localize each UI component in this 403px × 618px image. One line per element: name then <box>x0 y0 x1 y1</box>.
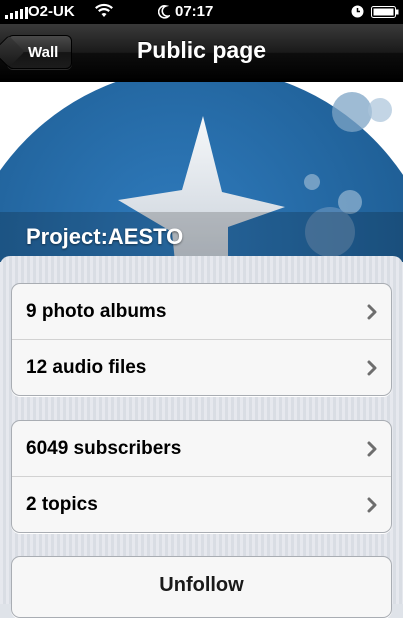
row-label: 12 audio files <box>26 356 147 378</box>
time-group: 07:17 <box>158 3 213 20</box>
chevron-right-icon <box>367 360 377 376</box>
page-name: Project:AESTO <box>26 224 184 249</box>
status-time: 07:17 <box>175 3 214 20</box>
audio-files-row[interactable]: 12 audio files <box>12 339 391 395</box>
page-title: Public page <box>136 37 267 63</box>
status-bar: O2-UK 07:17 <box>0 0 403 24</box>
moon-icon <box>158 4 170 19</box>
carrier-name: O2-UK <box>28 3 75 20</box>
chevron-right-icon <box>367 497 377 513</box>
row-label: 6049 subscribers <box>26 437 182 459</box>
subscribers-row[interactable]: 6049 subscribers <box>12 421 391 476</box>
unfollow-button[interactable]: Unfollow <box>11 556 392 618</box>
battery-icon <box>371 6 399 18</box>
row-label: 9 photo albums <box>26 300 167 322</box>
photo-albums-row[interactable]: 9 photo albums <box>12 284 391 339</box>
clock-icon <box>351 5 364 18</box>
back-button-label: Wall <box>28 43 59 61</box>
unfollow-label: Unfollow <box>159 574 244 596</box>
chevron-right-icon <box>367 304 377 320</box>
chevron-right-icon <box>367 441 377 457</box>
wifi-icon <box>95 3 113 17</box>
signal-icon <box>5 6 28 19</box>
media-group: 9 photo albums 12 audio files <box>11 283 392 396</box>
community-group: 6049 subscribers 2 topics <box>11 420 392 533</box>
row-label: 2 topics <box>26 493 98 515</box>
topics-row[interactable]: 2 topics <box>12 476 391 532</box>
navigation-bar: Wall Public page <box>0 24 403 82</box>
